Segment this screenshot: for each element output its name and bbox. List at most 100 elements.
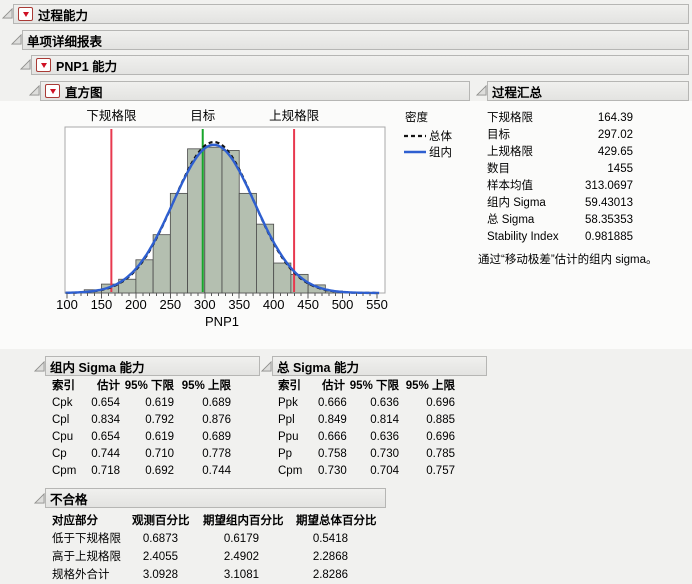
cell: 0.619: [145, 431, 174, 443]
x-axis-title[interactable]: PNP1: [205, 314, 239, 329]
cell: Ppl: [278, 414, 295, 426]
cell: 0.654: [91, 397, 120, 409]
reference-line-label: 目标: [190, 109, 215, 123]
cell: 0.744: [202, 465, 231, 477]
column-header: 95% 上限: [181, 380, 231, 392]
table-row: Cp 0.744 0.710 0.778: [52, 446, 231, 463]
outline-bar-pnp1-capability[interactable]: PNP1 能力: [31, 55, 689, 75]
disclosure-icon[interactable]: [19, 58, 31, 70]
table-row: Cpm 0.718 0.692 0.744: [52, 463, 231, 480]
axis-tick-label[interactable]: 450: [297, 297, 319, 312]
cell: 0.689: [202, 397, 231, 409]
histogram-bar: [238, 192, 257, 294]
cell: 2.2868: [312, 551, 348, 563]
histogram-plot[interactable]: 下规格限 目标 上规格限 100 150 200 250 300 350 400 450 500 550…: [30, 103, 470, 333]
column-header: 期望总体百分比: [296, 515, 377, 527]
summary-row: 上规格限 429.65: [487, 144, 633, 161]
summary-value: 1455: [607, 163, 633, 175]
axis-tick-label[interactable]: 250: [159, 297, 181, 312]
cell: 2.4055: [142, 551, 178, 563]
table-row: Pp 0.758 0.730 0.785: [278, 446, 455, 463]
summary-label: 目标: [487, 129, 510, 141]
reference-line-label: 下规格限: [86, 108, 137, 123]
summary-row: 目标 297.02: [487, 127, 633, 144]
cell: 0.778: [202, 448, 231, 460]
column-header: 观测百分比: [132, 515, 190, 527]
table-header-row: 对应部分 观测百分比 期望组内百分比 期望总体百分比: [52, 512, 386, 530]
summary-value: 164.39: [597, 112, 633, 124]
outline-title: PNP1 能力: [56, 59, 118, 74]
outline-title: 单项详细报表: [27, 34, 103, 49]
outline-bar-histogram[interactable]: 直方图: [40, 81, 470, 101]
cell: 0.692: [145, 465, 174, 477]
summary-value: 313.0697: [585, 180, 633, 192]
outline-bar-process-summary[interactable]: 过程汇总: [487, 81, 689, 101]
disclosure-icon[interactable]: [33, 360, 45, 372]
histogram-bar: [221, 150, 240, 294]
outline-bar-individual-detail-reports[interactable]: 单项详细报表: [22, 30, 689, 50]
red-triangle-menu-icon[interactable]: [36, 58, 51, 72]
summary-row: Stability Index 0.981885: [487, 229, 633, 246]
outline-bar-within-sigma-capability[interactable]: 组内 Sigma 能力: [45, 356, 260, 376]
summary-row: 样本均值 313.0697: [487, 178, 633, 195]
axis-tick-label[interactable]: 200: [125, 297, 147, 312]
table-row: Cpm 0.730 0.704 0.757: [278, 463, 455, 480]
cell: 0.5418: [312, 533, 348, 545]
red-triangle-menu-icon[interactable]: [45, 84, 60, 98]
cell: 0.6179: [223, 533, 259, 545]
within-sigma-capability-table: 索引 估计 95% 下限 95% 上限 Cpk 0.654 0.619 0.689 Cpl 0.8…: [52, 378, 231, 480]
summary-value: 297.02: [597, 129, 633, 141]
axis-tick-label[interactable]: 100: [56, 297, 78, 312]
disclosure-icon[interactable]: [33, 492, 45, 504]
cell: 0.696: [426, 431, 455, 443]
cell: Cpl: [52, 414, 70, 426]
disclosure-icon[interactable]: [1, 7, 13, 19]
outline-bar-process-capability[interactable]: 过程能力: [13, 4, 689, 24]
summary-row: 数目 1455: [487, 161, 633, 178]
cell: Cpu: [52, 431, 74, 443]
column-header: 95% 上限: [405, 380, 455, 392]
column-header: 95% 下限: [124, 380, 174, 392]
cell: 0.730: [318, 465, 347, 477]
axis-tick-label[interactable]: 300: [194, 297, 216, 312]
table-row: Cpl 0.834 0.792 0.876: [52, 412, 231, 429]
disclosure-icon[interactable]: [260, 360, 272, 372]
cell: 0.619: [145, 397, 174, 409]
table-row: 低于下规格限 0.6873 0.6179 0.5418: [52, 530, 348, 548]
cell: 0.710: [145, 448, 174, 460]
cell: Ppu: [278, 431, 299, 443]
axis-tick-label[interactable]: 150: [91, 297, 113, 312]
table-row: 规格外合计 3.0928 3.1081 2.8286: [52, 566, 348, 584]
legend-entry-label: 总体: [429, 129, 452, 143]
cell: 0.6873: [142, 533, 178, 545]
disclosure-icon[interactable]: [10, 33, 22, 45]
cell: 0.885: [426, 414, 455, 426]
outline-title: 组内 Sigma 能力: [50, 360, 145, 375]
summary-label: 总 Sigma: [487, 214, 535, 226]
axis-tick-label[interactable]: 350: [228, 297, 250, 312]
cell: 0.718: [91, 465, 120, 477]
axis-tick-label[interactable]: 550: [366, 297, 388, 312]
cell: Cpm: [278, 465, 303, 477]
sigma-estimation-footnote: 通过“移动极差”估计的组内 sigma。: [478, 254, 658, 266]
column-header: 估计: [322, 380, 345, 392]
disclosure-icon[interactable]: [475, 84, 487, 96]
red-triangle-menu-icon[interactable]: [18, 7, 33, 21]
summary-value: 58.35353: [585, 214, 633, 226]
cell: 0.696: [426, 397, 455, 409]
cell: 0.814: [370, 414, 399, 426]
disclosure-icon[interactable]: [28, 84, 40, 96]
axis-tick-label[interactable]: 400: [263, 297, 285, 312]
histogram-bar: [273, 262, 292, 294]
cell: 0.757: [426, 465, 455, 477]
reference-line-label: 上规格限: [269, 108, 320, 123]
outline-bar-nonconformance[interactable]: 不合格: [45, 488, 386, 508]
histogram-bar: [256, 223, 275, 294]
summary-label: 组内 Sigma: [487, 197, 546, 209]
cell: 规格外合计: [52, 569, 110, 581]
axis-tick-label[interactable]: 500: [332, 297, 354, 312]
outline-bar-overall-sigma-capability[interactable]: 总 Sigma 能力: [272, 356, 487, 376]
summary-value: 0.981885: [585, 231, 633, 243]
cell: Cpm: [52, 465, 77, 477]
column-header: 索引: [278, 380, 301, 392]
